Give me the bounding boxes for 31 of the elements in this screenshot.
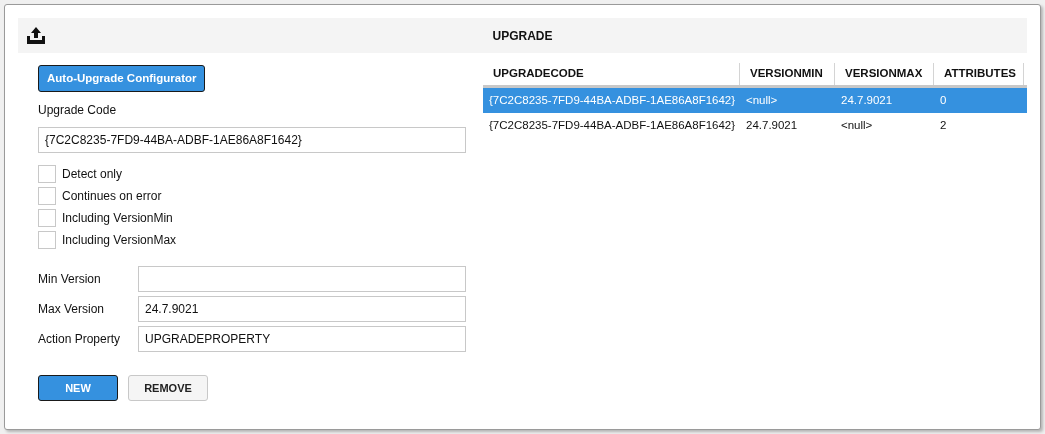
table-cell-text: {7C2C8235-7FD9-44BA-ADBF-1AE86A8F1642} — [488, 92, 737, 108]
table-cell-text: {7C2C8235-7FD9-44BA-ADBF-1AE86A8F1642} — [488, 117, 737, 133]
field-label: Action Property — [38, 331, 122, 348]
table-cell-text: <null> — [745, 92, 779, 108]
checkbox[interactable] — [38, 187, 56, 205]
field-label: Min Version — [38, 271, 102, 288]
text-field[interactable]: 24.7.9021 — [138, 296, 466, 322]
checkbox-label: Detect only — [62, 166, 123, 183]
table-cell-text: 24.7.9021 — [840, 92, 894, 108]
checkbox-label: Including VersionMin — [62, 210, 173, 227]
column-header[interactable]: VERSIONMIN — [740, 63, 835, 85]
checkbox[interactable] — [38, 231, 56, 249]
text-field[interactable]: UPGRADEPROPERTY — [138, 326, 466, 352]
table-cell-text: <null> — [840, 117, 874, 133]
upload-icon — [26, 26, 46, 45]
table-cell-text: 0 — [939, 92, 948, 108]
checkbox-label: Including VersionMax — [62, 232, 177, 249]
checkbox[interactable] — [38, 165, 56, 183]
checkbox[interactable] — [38, 209, 56, 227]
checkbox-label: Continues on error — [62, 188, 162, 205]
column-header[interactable]: UPGRADECODE — [483, 63, 740, 85]
column-header[interactable]: ATTRIBUTES — [934, 63, 1024, 85]
table-cell-text: 2 — [939, 117, 948, 133]
field-label: Max Version — [38, 301, 106, 318]
table-cell-text: 24.7.9021 — [745, 117, 799, 133]
remove-button[interactable]: REMOVE — [128, 375, 208, 401]
column-header[interactable]: VERSIONMAX — [835, 63, 934, 85]
field-label: Upgrade Code — [38, 102, 118, 119]
upgrade-code-field[interactable]: {7C2C8235-7FD9-44BA-ADBF-1AE86A8F1642} — [38, 127, 466, 153]
text-field[interactable] — [138, 266, 466, 292]
header-title: UPGRADE — [492, 27, 553, 45]
